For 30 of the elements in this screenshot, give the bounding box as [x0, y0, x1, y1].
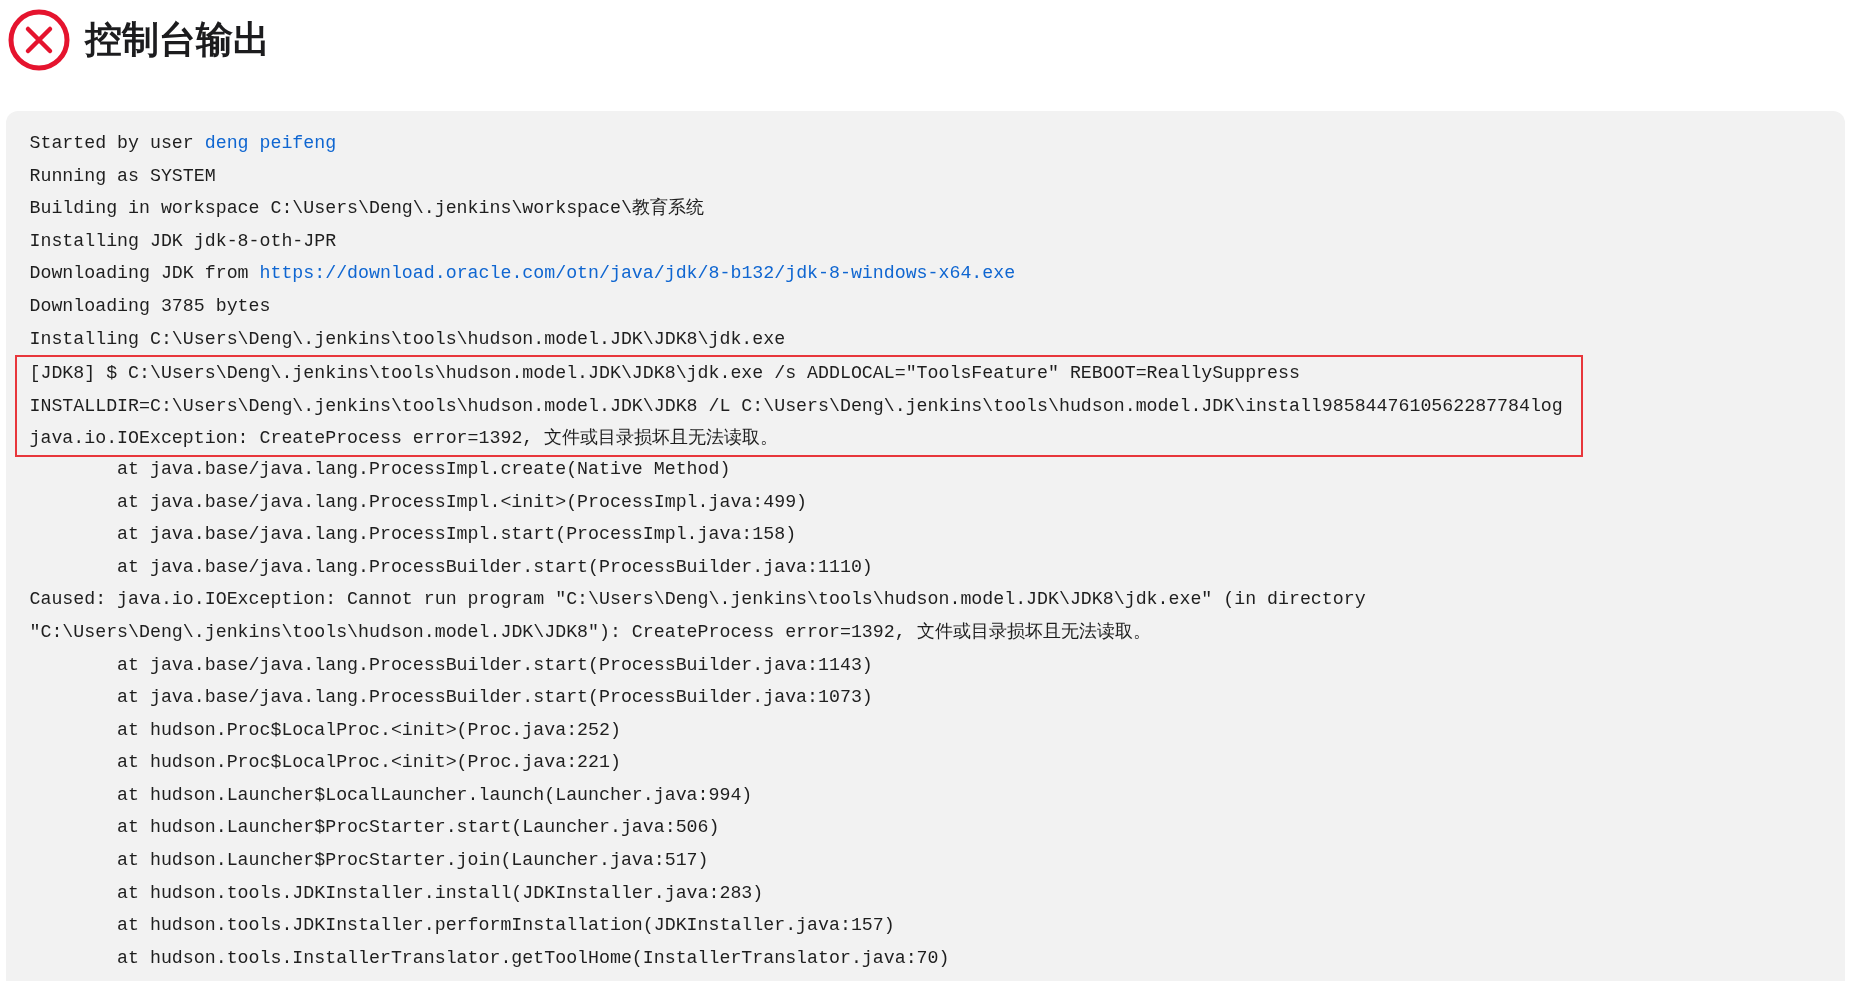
log-line: Running as SYSTEM — [29, 164, 216, 188]
page-title: 控制台输出 — [85, 17, 270, 63]
stack-trace-line: at hudson.Launcher$ProcStarter.join(Launcher.java:517) — [116, 849, 709, 873]
log-line: Downloading JDK from https://download.oracle.com/otn/java/jdk/8-b132/jdk-8-windows-x64.exe — [29, 262, 1016, 286]
cross-circle-icon — [8, 9, 70, 71]
log-line: [JDK8] $ C:\Users\Deng\.jenkins\tools\hudson.model.JDK\JDK8\jdk.exe /s ADDLOCAL="ToolsFeature" REBOOT=ReallySuppress — [29, 362, 1300, 386]
stack-trace-line: at hudson.tools.InstallerTranslator.getToolHome(InstallerTranslator.java:70) — [116, 946, 950, 970]
stack-trace-line: at hudson.Launcher$ProcStarter.start(Launcher.java:506) — [116, 816, 720, 840]
log-link[interactable]: deng peifeng — [204, 133, 337, 153]
stack-trace-line: at hudson.Proc$LocalProc.<init>(Proc.java:252) — [116, 718, 621, 742]
stack-trace-line: at hudson.Proc$LocalProc.<init>(Proc.java:221) — [116, 751, 621, 775]
stack-trace-line: at java.base/java.lang.ProcessImpl.start(ProcessImpl.java:158) — [116, 523, 797, 547]
stack-trace-line: at java.base/java.lang.ProcessBuilder.start(ProcessBuilder.java:1110) — [116, 555, 873, 579]
log-line: Building in workspace C:\Users\Deng\.jenkins\workspace\教育系统 — [29, 196, 704, 221]
log-line: "C:\Users\Deng\.jenkins\tools\hudson.model.JDK\JDK8"): CreateProcess error=1392, 文件或目录损坏且无法读取。 — [29, 620, 1151, 644]
stack-trace-line: at hudson.tools.JDKInstaller.install(JDKInstaller.java:283) — [116, 881, 764, 905]
log-line: Caused: java.io.IOException: Cannot run program "C:\Users\Deng\.jenkins\tools\hudson.model.JDK\JDK8\jdk.exe" (in directory — [29, 588, 1366, 612]
log-line: Started by user deng peifeng — [29, 132, 337, 155]
log-link[interactable]: https://download.oracle.com/otn/java/jdk/8-b132/jdk-8-windows-x64.exe — [259, 263, 1016, 284]
log-line: INSTALLDIR=C:\Users\Deng\.jenkins\tools\hudson.model.JDK\JDK8 /L C:\Users\Deng\.jenkins\tools\hudson.model.JDK\install9858447610562287784log — [29, 394, 1563, 418]
stack-trace-line: at hudson.tools.JDKInstaller.performInstallation(JDKInstaller.java:157) — [116, 914, 895, 938]
stack-trace-line: at java.base/java.lang.ProcessBuilder.start(ProcessBuilder.java:1073) — [116, 686, 873, 710]
log-line: java.io.IOException: CreateProcess error=1392, 文件或目录损坏且无法读取。 — [29, 427, 779, 451]
log-line: Installing C:\Users\Deng\.jenkins\tools\hudson.model.JDK\JDK8\jdk.exe — [29, 327, 786, 351]
log-line: Downloading 3785 bytes — [29, 294, 271, 318]
log-line: Installing JDK jdk-8-oth-JPR — [29, 229, 337, 253]
stack-trace-line: at java.base/java.lang.ProcessImpl.<init>(ProcessImpl.java:499) — [116, 490, 808, 514]
stack-trace-line: at java.base/java.lang.ProcessImpl.create(Native Method) — [116, 457, 731, 481]
stack-trace-line: at java.base/java.lang.ProcessBuilder.start(ProcessBuilder.java:1143) — [116, 653, 873, 677]
stack-trace-line: at hudson.Launcher$LocalLauncher.launch(Launcher.java:994) — [116, 783, 753, 807]
